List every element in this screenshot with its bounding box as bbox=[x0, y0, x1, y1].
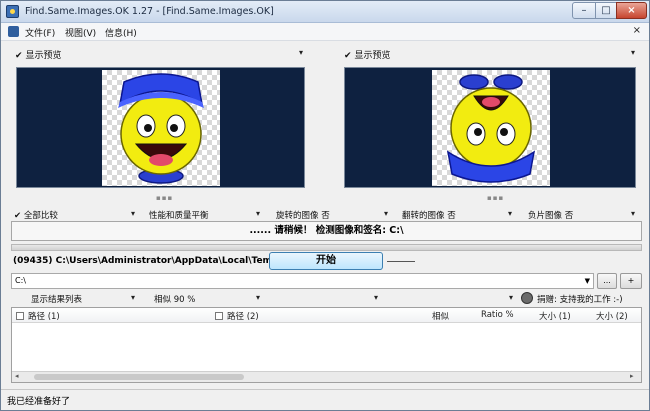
chevron-down-icon[interactable]: ▼ bbox=[585, 274, 590, 288]
left-preview-dropdown[interactable]: ▾ bbox=[299, 48, 303, 57]
add-folder-button[interactable]: + bbox=[620, 273, 642, 289]
column-path-2[interactable]: 路径 (2) bbox=[215, 310, 259, 322]
checkbox-icon[interactable] bbox=[16, 312, 24, 320]
menu-view[interactable]: 视图(V) bbox=[65, 26, 96, 39]
column-path-2-label: 路径 (2) bbox=[227, 312, 259, 322]
similarity-dropdown[interactable]: ▾ bbox=[256, 293, 260, 302]
left-preview-image bbox=[102, 70, 220, 186]
title-bar[interactable]: Find.Same.Images.OK 1.27 - [Find.Same.Im… bbox=[1, 1, 649, 23]
scroll-left-icon[interactable]: ◂ bbox=[15, 372, 19, 380]
right-splitter-grip[interactable]: ▪▪▪ bbox=[487, 194, 504, 202]
smiley-image-rotated bbox=[446, 74, 536, 183]
donate-link[interactable]: 捐赠: 支持我的工作 :-) bbox=[537, 293, 623, 305]
rotated-images-option[interactable]: 旋转的图像 否 bbox=[276, 209, 330, 221]
minimize-button[interactable]: – bbox=[572, 2, 596, 19]
right-preview-dropdown[interactable]: ▾ bbox=[631, 48, 635, 57]
right-preview-label: 显示预览 bbox=[354, 51, 391, 61]
browse-button[interactable]: ... bbox=[597, 273, 617, 289]
horizontal-scrollbar[interactable]: ◂ ▸ bbox=[12, 371, 641, 382]
rotated-images-dropdown[interactable]: ▾ bbox=[384, 209, 388, 218]
right-preview-panel[interactable] bbox=[344, 67, 636, 188]
column-similarity[interactable]: 相似 bbox=[432, 310, 449, 322]
compare-all-dropdown[interactable]: ▾ bbox=[131, 209, 135, 218]
start-button[interactable]: 开始 bbox=[269, 252, 383, 270]
column-size-2[interactable]: 大小 (2) bbox=[596, 310, 628, 322]
app-window: Find.Same.Images.OK 1.27 - [Find.Same.Im… bbox=[0, 0, 650, 411]
column-size-1[interactable]: 大小 (1) bbox=[539, 310, 571, 322]
window-title: Find.Same.Images.OK 1.27 - [Find.Same.Im… bbox=[25, 6, 274, 17]
checkbox-icon[interactable] bbox=[215, 312, 223, 320]
scroll-right-icon[interactable]: ▸ bbox=[630, 372, 634, 380]
status-bar: 我已经准备好了 bbox=[1, 389, 649, 410]
smiley-image bbox=[118, 73, 204, 184]
quality-balance-dropdown[interactable]: ▾ bbox=[256, 209, 260, 218]
app-icon bbox=[6, 5, 19, 18]
left-preview-panel[interactable] bbox=[16, 67, 305, 188]
progress-bar bbox=[11, 244, 642, 251]
extra-dropdown[interactable]: ▾ bbox=[374, 293, 378, 302]
column-path-1[interactable]: 路径 (1) bbox=[16, 310, 60, 322]
menu-info[interactable]: 信息(H) bbox=[105, 26, 137, 39]
divider bbox=[387, 261, 415, 262]
column-path-1-label: 路径 (1) bbox=[28, 312, 60, 322]
compare-all-toggle[interactable]: ✔ 全部比较 bbox=[14, 209, 58, 221]
checkmark-icon: ✔ bbox=[344, 51, 352, 61]
scroll-thumb[interactable] bbox=[34, 374, 244, 380]
current-path-label: (09435) C:\Users\Administrator\AppData\L… bbox=[13, 256, 269, 266]
left-splitter-grip[interactable]: ▪▪▪ bbox=[156, 194, 173, 202]
result-list[interactable]: 路径 (1) 路径 (2) 相似 Ratio % 大小 (1) 大小 (2) ◂… bbox=[11, 307, 642, 383]
negative-images-option[interactable]: 负片图像 否 bbox=[528, 209, 573, 221]
right-preview-toggle[interactable]: ✔ 显示预览 bbox=[344, 48, 391, 61]
menu-close-icon[interactable]: × bbox=[633, 25, 641, 36]
flipped-images-dropdown[interactable]: ▾ bbox=[508, 209, 512, 218]
menu-bar: 文件(F) 视图(V) 信息(H) × bbox=[1, 23, 649, 41]
result-list-header: 路径 (1) 路径 (2) 相似 Ratio % 大小 (1) 大小 (2) bbox=[12, 308, 641, 323]
menu-app-icon[interactable] bbox=[8, 26, 19, 37]
close-button[interactable]: × bbox=[616, 2, 647, 19]
status-banner: ...... 请稍候！ 检测图像和签名: C:\ bbox=[11, 221, 642, 241]
similarity-select[interactable]: 相似 90 % bbox=[154, 293, 195, 305]
menu-file[interactable]: 文件(F) bbox=[25, 26, 55, 39]
view-mode-select[interactable]: 显示结果列表 bbox=[31, 293, 82, 305]
folder-combo[interactable]: C:\ ▼ bbox=[11, 273, 594, 289]
left-preview-label: 显示预览 bbox=[25, 51, 62, 61]
donate-icon[interactable] bbox=[521, 292, 533, 304]
column-ratio[interactable]: Ratio % bbox=[481, 310, 514, 320]
view-mode-dropdown[interactable]: ▾ bbox=[131, 293, 135, 302]
support-dropdown[interactable]: ▾ bbox=[509, 293, 513, 302]
negative-images-dropdown[interactable]: ▾ bbox=[631, 209, 635, 218]
left-preview-toggle[interactable]: ✔ 显示预览 bbox=[15, 48, 62, 61]
flipped-images-option[interactable]: 翻转的图像 否 bbox=[402, 209, 456, 221]
maximize-button[interactable]: □ bbox=[595, 2, 617, 19]
checkmark-icon: ✔ bbox=[15, 51, 23, 61]
folder-path-value: C:\ bbox=[15, 276, 26, 285]
right-preview-image bbox=[432, 70, 550, 186]
quality-balance-option[interactable]: 性能和质量平衡 bbox=[149, 209, 209, 221]
